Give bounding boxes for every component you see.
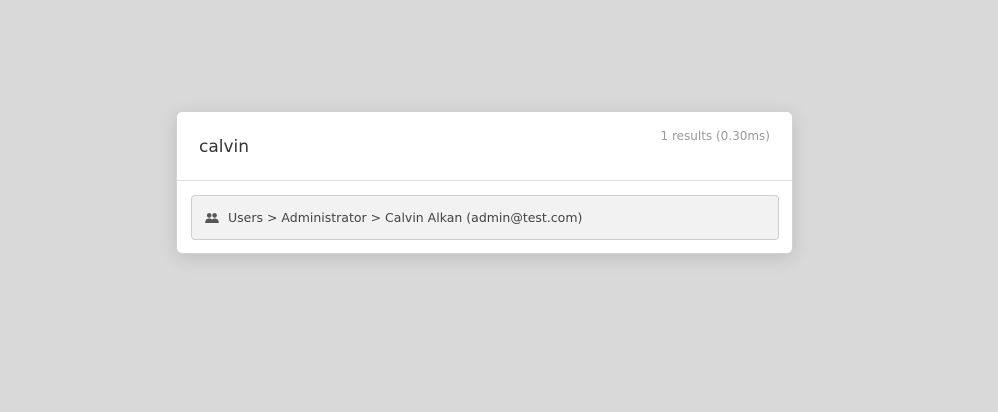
- result-label: Users > Administrator > Calvin Alkan (ad…: [228, 210, 583, 225]
- results-list: Users > Administrator > Calvin Alkan (ad…: [191, 195, 779, 240]
- users-icon: [205, 212, 219, 224]
- search-input[interactable]: [199, 134, 619, 160]
- result-count: 1 results (0.30ms): [660, 129, 771, 143]
- search-header: 1 results (0.30ms): [177, 112, 792, 181]
- search-panel: 1 results (0.30ms) Users > Administrator…: [176, 111, 793, 254]
- page-background: 1 results (0.30ms) Users > Administrator…: [0, 0, 998, 412]
- result-item[interactable]: Users > Administrator > Calvin Alkan (ad…: [191, 195, 779, 240]
